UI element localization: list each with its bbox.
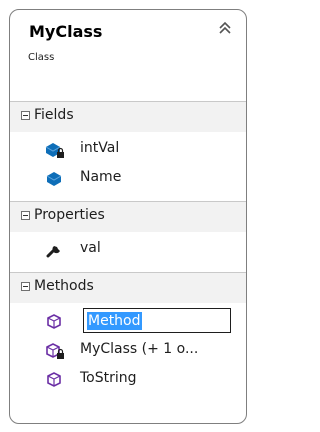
class-shape[interactable]: MyClass Class Fields intVal Name Propert… [9,9,247,424]
private-field-icon [45,143,64,158]
section-label-properties: Properties [34,207,105,223]
properties-section-header[interactable]: Properties [10,201,246,232]
member-label: Name [80,169,122,185]
fields-collapse-toggle[interactable] [21,111,30,120]
member-name-edit-field[interactable]: Method [83,308,231,333]
member-intval[interactable]: intVal [10,136,246,164]
member-myclass-ctor[interactable]: MyClass (+ 1 o... [10,337,246,365]
member-label: intVal [80,140,120,156]
member-edit-text[interactable]: Method [87,312,142,330]
section-label-methods: Methods [34,278,94,294]
member-method-selected[interactable]: Method [10,308,246,336]
private-method-icon [46,343,64,359]
member-tostring[interactable]: ToString [10,366,246,394]
class-kind: Class [28,52,55,63]
section-label-fields: Fields [34,107,74,123]
fields-section-header[interactable]: Fields [10,101,246,132]
properties-collapse-toggle[interactable] [21,211,30,220]
collapse-chevron-icon[interactable] [218,20,232,36]
member-label: ToString [80,370,137,386]
methods-section-header[interactable]: Methods [10,272,246,303]
member-val[interactable]: val [10,236,246,264]
method-icon [47,372,61,387]
methods-collapse-toggle[interactable] [21,282,30,291]
wrench-property-icon [46,246,60,258]
method-icon [47,314,61,329]
class-header[interactable]: MyClass Class [10,10,246,101]
member-label: MyClass (+ 1 o... [80,341,199,357]
class-name: MyClass [29,22,103,41]
member-name[interactable]: Name [10,165,246,193]
field-icon [46,172,62,186]
member-label: val [80,240,101,256]
